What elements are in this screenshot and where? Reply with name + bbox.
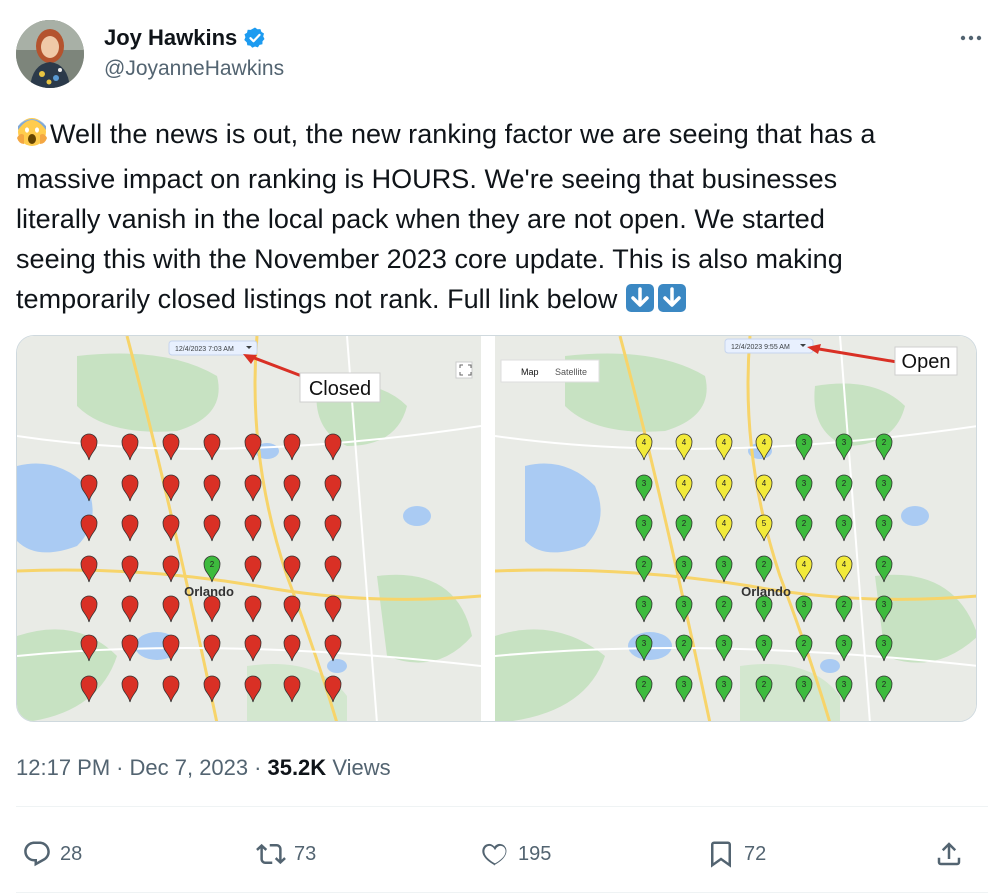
map-open-panel[interactable]: Map Satellite 12/4/2023 9:55 AM Open Orl… (495, 336, 976, 721)
repost-button[interactable]: 73 (256, 828, 316, 880)
date-selector[interactable]: 12/4/2023 9:55 AM (731, 344, 790, 351)
map-pin-rank: 3 (682, 680, 687, 689)
map-closed-panel[interactable]: 12/4/2023 7:03 AM Closed Orlando 2 (17, 336, 481, 721)
author-handle[interactable]: @JoyanneHawkins (104, 54, 284, 84)
map-pin-rank: 3 (882, 639, 887, 648)
map-pin-rank: 4 (722, 519, 727, 528)
map-pin-rank: 2 (802, 639, 807, 648)
like-button[interactable]: 195 (480, 828, 551, 880)
map-pin-rank: 3 (802, 438, 807, 447)
map-pin-rank: 3 (682, 600, 687, 609)
map-pin-rank: 2 (722, 600, 727, 609)
map-pin-rank: 4 (642, 438, 647, 447)
map-pin-rank: 2 (682, 519, 687, 528)
avatar[interactable] (16, 20, 84, 88)
map-pin-rank: 3 (882, 519, 887, 528)
date-selector[interactable]: 12/4/2023 7:03 AM (175, 346, 234, 353)
tweet-header: Joy Hawkins @JoyanneHawkins (16, 18, 988, 90)
map-pin-rank: 2 (882, 680, 887, 689)
tweet-date[interactable]: Dec 7, 2023 (130, 755, 249, 780)
map-pin-rank: 4 (722, 438, 727, 447)
map-pin-rank: 3 (642, 639, 647, 648)
map-pin-rank: 2 (762, 680, 767, 689)
map-pin-rank: 2 (682, 639, 687, 648)
repost-icon (256, 839, 286, 869)
map-pin-rank: 3 (802, 479, 807, 488)
map-pin-rank: 4 (722, 479, 727, 488)
tweet-media[interactable]: 12/4/2023 7:03 AM Closed Orlando 2 Map S… (16, 335, 977, 722)
tab-satellite[interactable]: Satellite (555, 367, 587, 377)
bookmark-button[interactable]: 72 (706, 828, 766, 880)
tweet-text: Well the news is out, the new ranking fa… (16, 114, 976, 324)
map-pin-rank: 3 (802, 600, 807, 609)
views-label: Views (332, 755, 391, 780)
map-pin-rank: 2 (642, 680, 647, 689)
heart-icon (480, 839, 510, 869)
like-count: 195 (518, 842, 552, 865)
map-pin-rank: 3 (682, 560, 687, 569)
annotation-label: Open (902, 351, 951, 373)
tweet-text-line: temporarily closed listings not rank. Fu… (16, 279, 976, 324)
tab-map[interactable]: Map (521, 367, 539, 377)
map-pin-rank: 3 (762, 639, 767, 648)
map-pin-rank: 4 (762, 438, 767, 447)
down-arrow-emoji (625, 283, 655, 324)
tweet-text-line: massive impact on ranking is HOURS. We'r… (16, 164, 838, 194)
map-pin-rank: 2 (802, 519, 807, 528)
map-pin-rank: 3 (842, 438, 847, 447)
map-pin-rank: 2 (762, 560, 767, 569)
map-pin-rank: 3 (642, 479, 647, 488)
map-pin-rank: 2 (842, 479, 847, 488)
share-button[interactable] (934, 828, 964, 880)
map-pin-rank: 3 (882, 600, 887, 609)
map-pin-rank: 3 (842, 519, 847, 528)
map-pin-rank: 4 (682, 438, 687, 447)
share-icon (934, 839, 964, 869)
tweet-text-line: Well the news is out, the new ranking fa… (16, 114, 976, 159)
map-pin-rank: 3 (762, 600, 767, 609)
reply-icon (22, 839, 52, 869)
map-pin-rank: 4 (682, 479, 687, 488)
map-pin-rank: 3 (842, 639, 847, 648)
map-pin-rank: 2 (842, 600, 847, 609)
map-pin-rank: 5 (762, 519, 767, 528)
map-pin-rank: 3 (722, 680, 727, 689)
reply-count: 28 (60, 842, 83, 865)
views-count: 35.2K (267, 755, 327, 780)
divider (16, 892, 988, 893)
down-arrow-emoji (657, 283, 687, 324)
tweet-text-line: literally vanish in the local pack when … (16, 204, 825, 234)
map-pin-rank: 3 (642, 519, 647, 528)
map-pin-rank: 2 (642, 560, 647, 569)
map-pin-rank: 3 (722, 560, 727, 569)
author-name-row[interactable]: Joy Hawkins (104, 24, 284, 52)
divider (16, 806, 988, 807)
map-pin-rank: 3 (882, 479, 887, 488)
map-pin-rank: 4 (802, 560, 807, 569)
map-pin-rank: 3 (842, 680, 847, 689)
map-pin-rank: 4 (762, 479, 767, 488)
reply-button[interactable]: 28 (22, 828, 82, 880)
action-bar: 28 73 195 72 (16, 828, 976, 880)
map-pin-rank: 3 (802, 680, 807, 689)
tweet-meta: 12:17 PM · Dec 7, 2023 · 35.2K Views (16, 755, 391, 780)
bookmark-count: 72 (744, 842, 767, 865)
annotation-label: Closed (309, 378, 371, 400)
map-pin-rank: 2 (882, 438, 887, 447)
map-pin-rank: 2 (882, 560, 887, 569)
tweet-text-line: seeing this with the November 2023 core … (16, 244, 843, 274)
repost-count: 73 (294, 842, 317, 865)
map-pin-rank: 4 (842, 560, 847, 569)
map-pin-rank: 3 (722, 639, 727, 648)
verified-badge-icon (243, 26, 267, 50)
bookmark-icon (706, 839, 736, 869)
more-horizontal-icon[interactable] (956, 26, 986, 50)
screaming-face-emoji (16, 116, 48, 159)
map-pin-rank: 2 (210, 560, 215, 569)
author-display-name[interactable]: Joy Hawkins (104, 24, 237, 52)
tweet-time[interactable]: 12:17 PM (16, 755, 110, 780)
map-pin-rank: 3 (642, 600, 647, 609)
